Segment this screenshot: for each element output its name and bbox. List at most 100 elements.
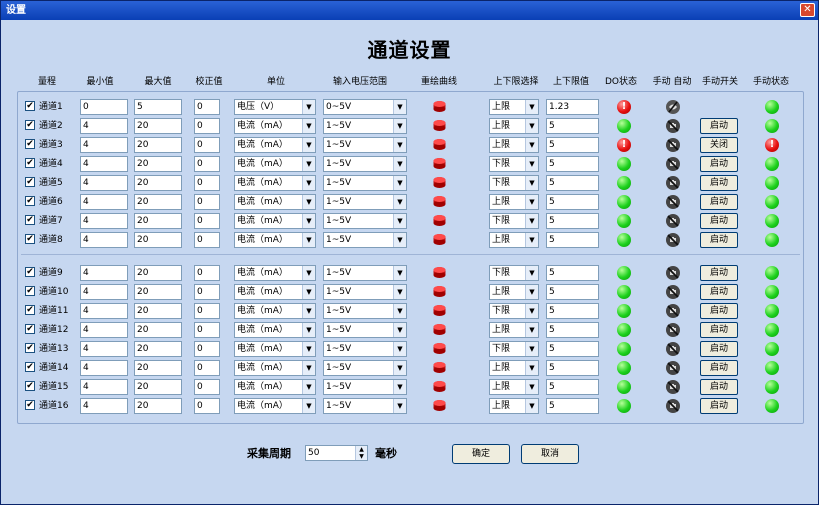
chevron-down-icon[interactable]: ▼ bbox=[302, 285, 315, 299]
unit-select[interactable]: 电流（mA） ▼ bbox=[234, 265, 316, 281]
redraw-curve-icon[interactable] bbox=[433, 119, 446, 132]
manual-switch-button[interactable]: 启动 bbox=[700, 156, 738, 172]
limit-select[interactable]: 上限 ▼ bbox=[489, 118, 539, 134]
calibration-input[interactable]: 0 bbox=[194, 379, 220, 395]
manual-switch-button[interactable]: 启动 bbox=[700, 284, 738, 300]
min-value-input[interactable]: 4 bbox=[80, 379, 128, 395]
voltage-range-select[interactable]: 1~5V ▼ bbox=[323, 398, 407, 414]
calibration-input[interactable]: 0 bbox=[194, 194, 220, 210]
chevron-down-icon[interactable]: ▼ bbox=[393, 100, 406, 114]
limit-value-input[interactable]: 5 bbox=[546, 213, 599, 229]
calibration-input[interactable]: 0 bbox=[194, 232, 220, 248]
chevron-down-icon[interactable]: ▼ bbox=[525, 214, 538, 228]
redraw-curve-icon[interactable] bbox=[433, 361, 446, 374]
manual-switch-button[interactable]: 启动 bbox=[700, 194, 738, 210]
limit-select[interactable]: 下限 ▼ bbox=[489, 156, 539, 172]
limit-select[interactable]: 下限 ▼ bbox=[489, 341, 539, 357]
chevron-down-icon[interactable]: ▼ bbox=[525, 100, 538, 114]
calibration-input[interactable]: 0 bbox=[194, 99, 220, 115]
unit-select[interactable]: 电压（V） ▼ bbox=[234, 99, 316, 115]
calibration-input[interactable]: 0 bbox=[194, 175, 220, 191]
spinner-arrows-icon[interactable]: ▲ ▼ bbox=[355, 446, 367, 460]
min-value-input[interactable]: 4 bbox=[80, 156, 128, 172]
chevron-down-icon[interactable]: ▼ bbox=[393, 323, 406, 337]
limit-value-input[interactable]: 5 bbox=[546, 398, 599, 414]
min-value-input[interactable]: 4 bbox=[80, 284, 128, 300]
chevron-down-icon[interactable]: ▼ bbox=[525, 266, 538, 280]
unit-select[interactable]: 电流（mA） ▼ bbox=[234, 175, 316, 191]
min-value-input[interactable]: 4 bbox=[80, 341, 128, 357]
chevron-down-icon[interactable]: ▼ bbox=[302, 342, 315, 356]
chevron-down-icon[interactable]: ▼ bbox=[525, 138, 538, 152]
manual-switch-button[interactable]: 关闭 bbox=[700, 137, 738, 153]
limit-select[interactable]: 上限 ▼ bbox=[489, 194, 539, 210]
unit-select[interactable]: 电流（mA） ▼ bbox=[234, 341, 316, 357]
manual-auto-icon[interactable] bbox=[665, 156, 681, 172]
manual-auto-icon[interactable] bbox=[665, 232, 681, 248]
manual-auto-icon[interactable] bbox=[665, 137, 681, 153]
limit-select[interactable]: 上限 ▼ bbox=[489, 398, 539, 414]
chevron-down-icon[interactable]: ▼ bbox=[302, 176, 315, 190]
chevron-down-icon[interactable]: ▼ bbox=[302, 214, 315, 228]
voltage-range-select[interactable]: 1~5V ▼ bbox=[323, 360, 407, 376]
chevron-down-icon[interactable]: ▼ bbox=[393, 195, 406, 209]
chevron-down-icon[interactable]: ▼ bbox=[393, 233, 406, 247]
voltage-range-select[interactable]: 1~5V ▼ bbox=[323, 232, 407, 248]
limit-select[interactable]: 上限 ▼ bbox=[489, 284, 539, 300]
unit-select[interactable]: 电流（mA） ▼ bbox=[234, 303, 316, 319]
calibration-input[interactable]: 0 bbox=[194, 156, 220, 172]
chevron-down-icon[interactable]: ▼ bbox=[302, 380, 315, 394]
chevron-down-icon[interactable]: ▼ bbox=[302, 195, 315, 209]
voltage-range-select[interactable]: 1~5V ▼ bbox=[323, 265, 407, 281]
limit-select[interactable]: 下限 ▼ bbox=[489, 175, 539, 191]
limit-select[interactable]: 上限 ▼ bbox=[489, 322, 539, 338]
redraw-curve-icon[interactable] bbox=[433, 266, 446, 279]
unit-select[interactable]: 电流（mA） ▼ bbox=[234, 284, 316, 300]
unit-select[interactable]: 电流（mA） ▼ bbox=[234, 118, 316, 134]
limit-select[interactable]: 上限 ▼ bbox=[489, 137, 539, 153]
chevron-down-icon[interactable]: ▼ bbox=[302, 100, 315, 114]
chevron-down-icon[interactable]: ▼ bbox=[302, 138, 315, 152]
calibration-input[interactable]: 0 bbox=[194, 303, 220, 319]
chevron-down-icon[interactable]: ▼ bbox=[393, 361, 406, 375]
voltage-range-select[interactable]: 1~5V ▼ bbox=[323, 213, 407, 229]
manual-auto-icon[interactable] bbox=[665, 118, 681, 134]
channel-checkbox[interactable]: ✔ bbox=[25, 120, 35, 130]
max-value-input[interactable]: 20 bbox=[134, 265, 182, 281]
redraw-curve-icon[interactable] bbox=[433, 176, 446, 189]
limit-select[interactable]: 下限 ▼ bbox=[489, 265, 539, 281]
chevron-down-icon[interactable]: ▼ bbox=[393, 176, 406, 190]
manual-auto-icon[interactable] bbox=[665, 341, 681, 357]
limit-select[interactable]: 下限 ▼ bbox=[489, 303, 539, 319]
min-value-input[interactable]: 4 bbox=[80, 360, 128, 376]
manual-switch-button[interactable]: 启动 bbox=[700, 118, 738, 134]
unit-select[interactable]: 电流（mA） ▼ bbox=[234, 360, 316, 376]
channel-checkbox[interactable]: ✔ bbox=[25, 234, 35, 244]
limit-value-input[interactable]: 5 bbox=[546, 265, 599, 281]
manual-switch-button[interactable]: 启动 bbox=[700, 398, 738, 414]
chevron-down-icon[interactable]: ▼ bbox=[302, 119, 315, 133]
channel-checkbox[interactable]: ✔ bbox=[25, 139, 35, 149]
max-value-input[interactable]: 20 bbox=[134, 213, 182, 229]
calibration-input[interactable]: 0 bbox=[194, 284, 220, 300]
chevron-down-icon[interactable]: ▼ bbox=[393, 119, 406, 133]
channel-checkbox[interactable]: ✔ bbox=[25, 267, 35, 277]
redraw-curve-icon[interactable] bbox=[433, 100, 446, 113]
voltage-range-select[interactable]: 1~5V ▼ bbox=[323, 175, 407, 191]
min-value-input[interactable]: 4 bbox=[80, 175, 128, 191]
chevron-down-icon[interactable]: ▼ bbox=[525, 342, 538, 356]
max-value-input[interactable]: 20 bbox=[134, 137, 182, 153]
manual-switch-button[interactable]: 启动 bbox=[700, 341, 738, 357]
channel-checkbox[interactable]: ✔ bbox=[25, 158, 35, 168]
limit-value-input[interactable]: 5 bbox=[546, 322, 599, 338]
redraw-curve-icon[interactable] bbox=[433, 138, 446, 151]
voltage-range-select[interactable]: 1~5V ▼ bbox=[323, 379, 407, 395]
chevron-down-icon[interactable]: ▼ bbox=[393, 157, 406, 171]
max-value-input[interactable]: 20 bbox=[134, 341, 182, 357]
calibration-input[interactable]: 0 bbox=[194, 341, 220, 357]
manual-switch-button[interactable]: 启动 bbox=[700, 322, 738, 338]
unit-select[interactable]: 电流（mA） ▼ bbox=[234, 137, 316, 153]
redraw-curve-icon[interactable] bbox=[433, 214, 446, 227]
manual-auto-icon[interactable] bbox=[665, 360, 681, 376]
calibration-input[interactable]: 0 bbox=[194, 137, 220, 153]
